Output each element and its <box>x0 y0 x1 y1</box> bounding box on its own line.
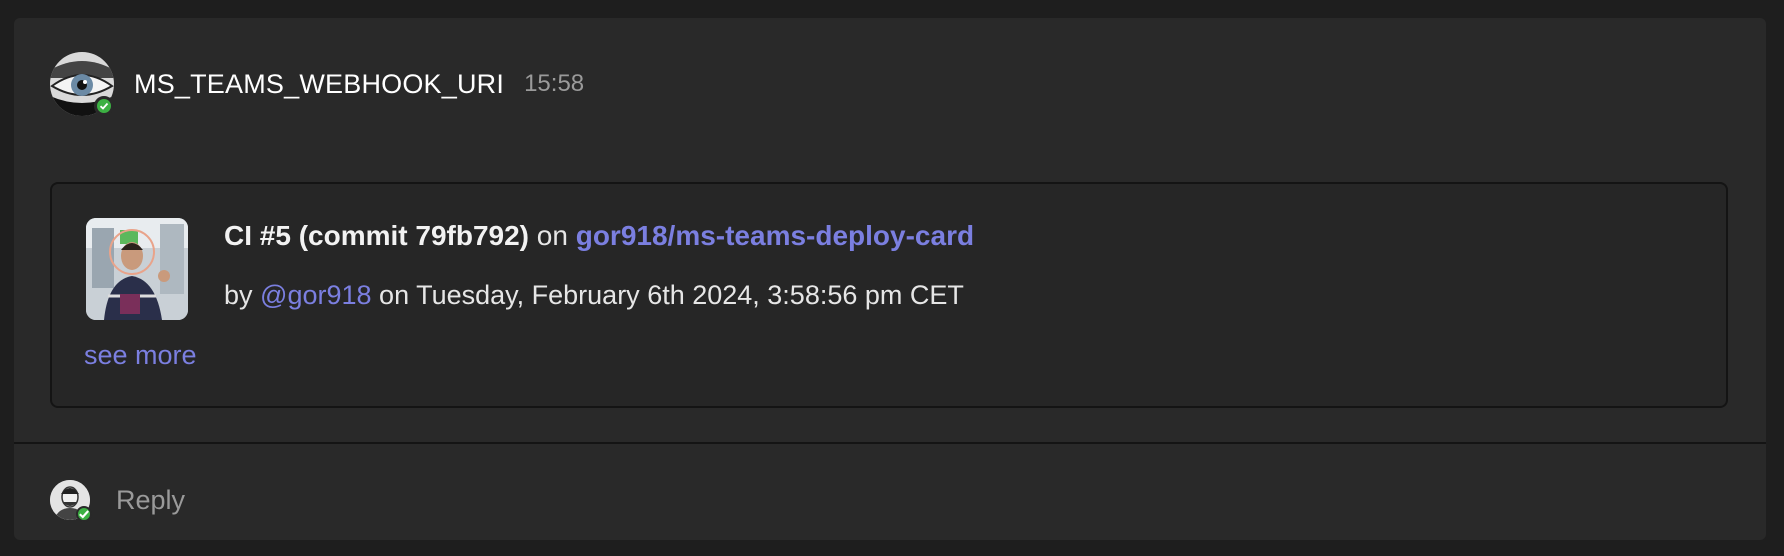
author-name[interactable]: MS_TEAMS_WEBHOOK_URI <box>134 69 504 100</box>
online-status-icon <box>94 96 114 116</box>
message-timestamp[interactable]: 15:58 <box>524 70 584 98</box>
reply-input[interactable]: Reply <box>116 485 185 516</box>
person-photo-icon <box>86 218 188 320</box>
card-subtitle: by @gor918 on Tuesday, February 6th 2024… <box>224 280 964 311</box>
reply-row[interactable]: Reply <box>50 478 185 522</box>
deploy-card: CI #5 (commit 79fb792) on gor918/ms-team… <box>50 182 1728 408</box>
date-text: on Tuesday, February 6th 2024, 3:58:56 p… <box>379 280 964 310</box>
by-text: by <box>224 280 253 310</box>
reply-divider <box>14 442 1766 444</box>
see-more-link[interactable]: see more <box>84 340 197 371</box>
ci-run-label: CI #5 (commit 79fb792) <box>224 220 529 251</box>
committer-avatar <box>86 218 188 320</box>
message-thread-panel: MS_TEAMS_WEBHOOK_URI 15:58 CI #5 (commit… <box>14 18 1766 540</box>
online-status-icon <box>76 506 92 522</box>
message-header: MS_TEAMS_WEBHOOK_URI 15:58 <box>50 52 584 116</box>
card-title: CI #5 (commit 79fb792) on gor918/ms-team… <box>224 220 974 252</box>
title-on-text: on <box>536 220 568 251</box>
author-avatar[interactable] <box>50 52 114 116</box>
user-mention-link[interactable]: @gor918 <box>260 280 371 310</box>
repo-link[interactable]: gor918/ms-teams-deploy-card <box>576 220 974 251</box>
current-user-avatar <box>50 480 92 522</box>
